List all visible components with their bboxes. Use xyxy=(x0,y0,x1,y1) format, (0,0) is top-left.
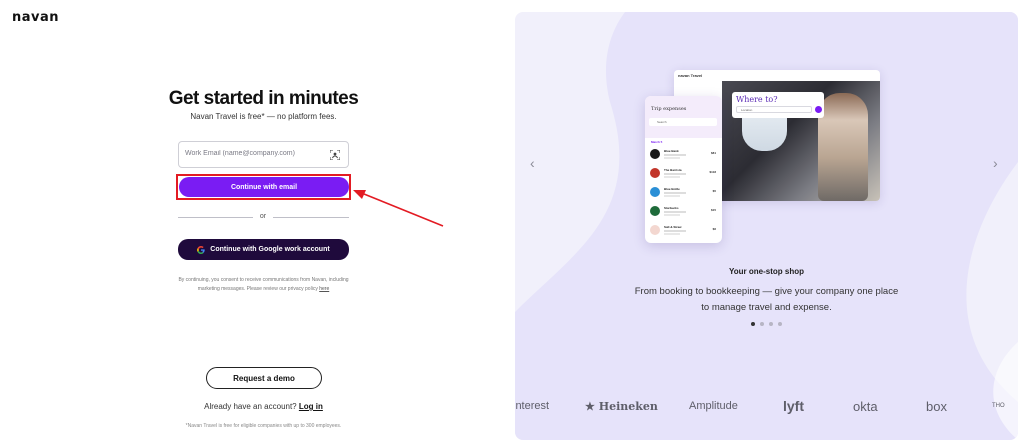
expense-detail-line xyxy=(664,154,686,156)
phone-search: Search xyxy=(649,118,717,126)
continue-with-google-label: Continue with Google work account xyxy=(210,246,330,253)
expense-row: Starbucks $15 xyxy=(650,205,718,219)
carousel-next-button[interactable]: › xyxy=(993,155,998,171)
merchant-logo-icon xyxy=(650,168,660,178)
customer-logo: ★ Heineken xyxy=(585,400,658,413)
merchant-logo-icon xyxy=(650,206,660,216)
expense-detail-line xyxy=(664,214,680,216)
phone-title: Trip expenses xyxy=(651,106,687,112)
carousel-dot[interactable] xyxy=(760,322,764,326)
expense-row: Blue Bottle $5 xyxy=(650,186,718,200)
preview-window-title: navan Travel xyxy=(678,73,703,78)
phone-preview: Trip expenses Search March 5 Blue Bank $8… xyxy=(645,96,722,243)
expense-row: The Barrista $118 xyxy=(650,167,718,181)
merchant-logo-icon xyxy=(650,149,660,159)
phone-header: Trip expenses Search xyxy=(645,96,722,138)
where-to-input: Location xyxy=(736,106,812,113)
expense-row: Blue Bank $81 xyxy=(650,148,718,162)
annotation-arrow-icon xyxy=(353,190,444,227)
customer-logo: interest xyxy=(515,400,550,412)
google-icon xyxy=(197,245,205,254)
carousel-dot[interactable] xyxy=(778,322,782,326)
expense-row: Salt & Straw $6 xyxy=(650,224,718,238)
customer-logo: THO xyxy=(992,403,1005,409)
carousel-dot[interactable] xyxy=(769,322,773,326)
expense-detail-line xyxy=(664,230,686,232)
showcase-description: From booking to bookkeeping — give your … xyxy=(634,286,899,313)
divider-line-right xyxy=(273,217,349,218)
expense-amount: $5 xyxy=(712,189,716,193)
privacy-policy-link[interactable]: here xyxy=(319,286,329,292)
expense-merchant: Starbucks xyxy=(664,206,679,210)
email-field[interactable] xyxy=(178,141,349,168)
customer-logo: lyft xyxy=(783,398,804,414)
carousel-prev-button[interactable]: ‹ xyxy=(530,155,535,171)
traveler-figure xyxy=(818,93,868,201)
expense-detail-line xyxy=(664,192,686,194)
customer-logo: okta xyxy=(853,399,878,414)
login-link[interactable]: Log in xyxy=(299,402,323,411)
merchant-logo-icon xyxy=(650,187,660,197)
customer-logo-strip: interest ★ Heineken Amplitude lyft okta box TH… xyxy=(515,398,1018,420)
expense-detail-line xyxy=(664,211,686,213)
showcase-panel: ‹ › navan Travel Where to? Location Trip… xyxy=(515,12,1018,440)
expense-amount: $6 xyxy=(712,227,716,231)
expense-detail-line xyxy=(664,233,680,235)
customer-logo: box xyxy=(926,399,947,414)
expense-detail-line xyxy=(664,157,680,159)
expense-amount: $118 xyxy=(709,170,716,174)
expense-detail-line xyxy=(664,195,680,197)
expense-amount: $15 xyxy=(710,208,716,212)
merchant-logo-icon xyxy=(650,225,660,235)
carousel-dots xyxy=(751,322,782,326)
divider-or: or xyxy=(259,213,267,220)
annotation-highlight-box xyxy=(176,174,351,200)
expense-merchant: Salt & Straw xyxy=(664,225,682,229)
where-to-title: Where to? xyxy=(736,95,778,104)
expense-amount: $81 xyxy=(710,151,716,155)
phone-month-label: March 5 xyxy=(651,140,663,144)
divider-line-left xyxy=(178,217,253,218)
expense-merchant: Blue Bank xyxy=(664,149,679,153)
continue-with-google-button[interactable]: Continue with Google work account xyxy=(178,239,349,260)
carousel-dot[interactable] xyxy=(751,322,755,326)
where-to-go-button xyxy=(815,106,822,113)
login-prompt-text: Already have an account? xyxy=(204,402,297,411)
email-input[interactable] xyxy=(185,150,325,157)
where-to-card: Where to? Location xyxy=(732,92,824,118)
expense-detail-line xyxy=(664,176,680,178)
eligibility-footnote: *Navan Travel is free for eligible compa… xyxy=(185,423,342,429)
page-title: Get started in minutes xyxy=(168,88,359,109)
scan-icon[interactable] xyxy=(330,150,340,160)
expense-merchant: Blue Bottle xyxy=(664,187,680,191)
consent-text: By continuing, you consent to receive co… xyxy=(178,276,349,294)
expense-merchant: The Barrista xyxy=(664,168,682,172)
expense-detail-line xyxy=(664,173,686,175)
request-demo-button[interactable]: Request a demo xyxy=(206,367,322,389)
login-prompt: Already have an account? Log in xyxy=(0,402,527,411)
customer-logo: Amplitude xyxy=(689,400,738,412)
page-subtitle: Navan Travel is free* — no platform fees… xyxy=(190,112,337,121)
showcase-tagline: Your one-stop shop xyxy=(729,267,804,276)
